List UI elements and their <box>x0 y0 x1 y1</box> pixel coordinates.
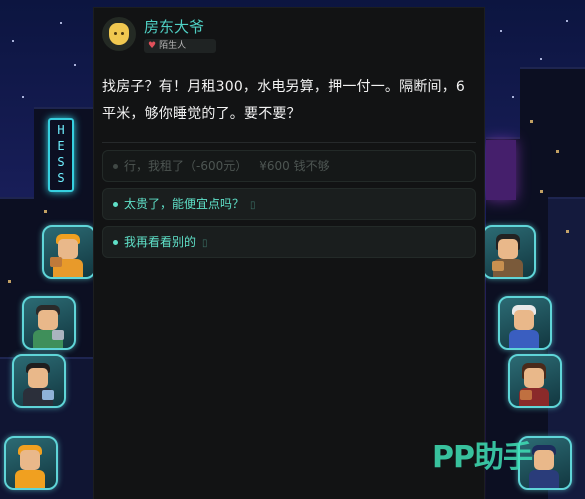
avatar-guitarist-girl[interactable] <box>482 225 536 279</box>
choice-tail-icon: ▯ <box>202 238 208 249</box>
npc-name: 房东大爷 <box>144 18 205 36</box>
divider <box>102 142 476 143</box>
relation-label: 陌生人 <box>159 41 187 51</box>
choice-tail-icon: ▯ <box>250 200 256 211</box>
npc-avatar <box>102 17 136 51</box>
avatar-courier[interactable] <box>4 436 58 490</box>
npc-speech: 找房子？有！月租300，水电另算，押一付一。隔断间，6平米，够你睡觉的了。要不要… <box>102 79 466 122</box>
avatar-office-worker[interactable] <box>12 354 66 408</box>
bullet-icon <box>113 164 118 169</box>
choice-price: ¥600 <box>259 159 290 173</box>
npc-face-icon <box>109 23 129 45</box>
dialog-panel: 房东大爷 ♥ 陌生人 找房子？有！月租300，水电另算，押一付一。隔断间，6平米，… <box>94 8 484 499</box>
avatar-programmer[interactable] <box>22 296 76 350</box>
neon-sign: HESS <box>48 118 74 192</box>
choice-bargain[interactable]: 太贵了，能便宜点吗？ ▯ <box>102 188 476 220</box>
choice-label: 我再看看别的 <box>124 235 197 249</box>
choice-label: 行，我租了（-600元） <box>124 159 248 173</box>
relation-badge: ♥ 陌生人 <box>144 39 216 53</box>
heart-icon: ♥ <box>148 41 157 51</box>
choice-look-elsewhere[interactable]: 我再看看别的 ▯ <box>102 226 476 258</box>
avatar-delivery-worker[interactable] <box>42 225 96 279</box>
avatar-musician[interactable] <box>508 354 562 408</box>
neon-glow <box>486 140 516 200</box>
choice-reason: 钱不够 <box>293 159 330 173</box>
avatar-painter[interactable] <box>498 296 552 350</box>
bullet-icon <box>113 202 118 207</box>
choice-label: 太贵了，能便宜点吗？ <box>124 197 245 211</box>
choice-rent-disabled: 行，我租了（-600元） ¥600 钱不够 <box>102 150 476 182</box>
watermark-logo: PP助手 <box>432 440 533 475</box>
bullet-icon <box>113 240 118 245</box>
